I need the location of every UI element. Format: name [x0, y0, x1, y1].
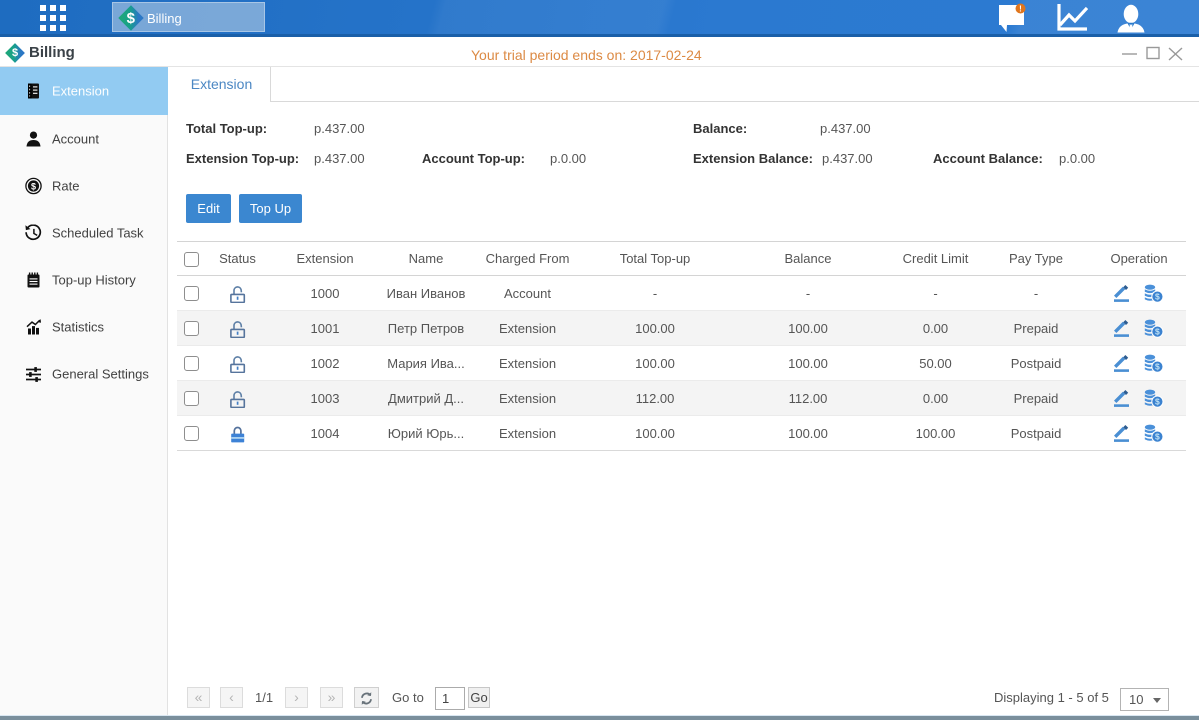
svg-text:!: !	[1019, 5, 1022, 14]
svg-text:$: $	[31, 181, 36, 191]
svg-text:$: $	[1155, 291, 1160, 301]
svg-text:$: $	[1155, 396, 1160, 406]
svg-text:$: $	[1155, 361, 1160, 371]
svg-text:$: $	[1155, 431, 1160, 441]
svg-text:$: $	[1155, 326, 1160, 336]
